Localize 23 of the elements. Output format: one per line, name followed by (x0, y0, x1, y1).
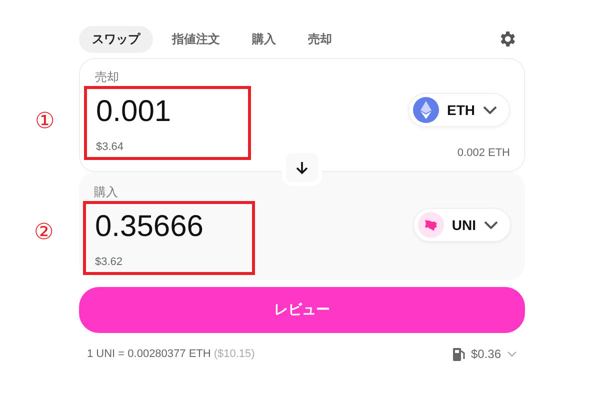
exchange-rate: 1 UNI = 0.00280377 ETH (87, 348, 211, 360)
rate-usd-value: ($10.15) (214, 348, 255, 360)
amount-input[interactable]: 0.001 (96, 95, 241, 129)
step-marker: ② (34, 220, 54, 245)
tab[interactable]: 購入 (239, 26, 289, 52)
tab[interactable]: 指値注文 (159, 26, 233, 52)
arrow-down-icon (294, 160, 310, 176)
panel-label: 売却 (95, 69, 120, 86)
chevron-icon (483, 106, 497, 114)
balance-text: 0.002 ETH (457, 147, 510, 159)
usd-value: $3.64 (96, 141, 125, 153)
step-marker: ① (35, 109, 55, 134)
tab[interactable]: スワップ (79, 26, 153, 52)
panel-label: 購入 (94, 184, 119, 201)
chevron-icon (484, 221, 498, 229)
amount-input[interactable]: 0.35666 (95, 210, 245, 244)
ethereum-icon (413, 97, 439, 123)
tab[interactable]: 売却 (295, 26, 345, 52)
gas-pump-icon (452, 347, 465, 361)
token-selector[interactable]: ETH (408, 93, 510, 127)
gas-fee: $0.36 (470, 347, 501, 361)
token-selector[interactable]: UNI (412, 208, 511, 242)
usd-value: $3.62 (95, 256, 124, 268)
